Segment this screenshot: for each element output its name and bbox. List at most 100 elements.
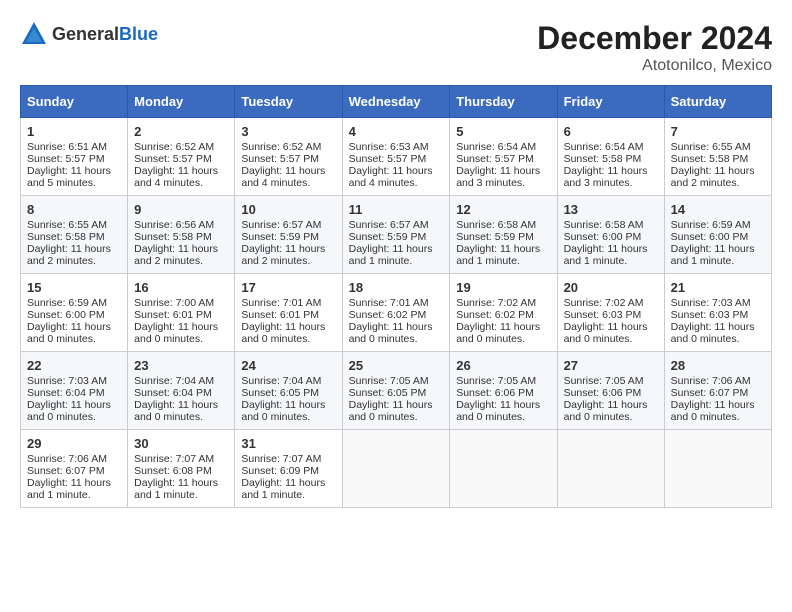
daylight-text: Daylight: 11 hours and 1 minute. [27,477,111,501]
daylight-text: Daylight: 11 hours and 1 minute. [564,243,648,267]
day-number: 25 [349,358,444,373]
day-number: 14 [671,202,765,217]
sunrise-text: Sunrise: 7:07 AM [134,453,214,465]
calendar-cell: 7Sunrise: 6:55 AMSunset: 5:58 PMDaylight… [664,118,771,196]
calendar-cell: 8Sunrise: 6:55 AMSunset: 5:58 PMDaylight… [21,196,128,274]
daylight-text: Daylight: 11 hours and 2 minutes. [241,243,325,267]
day-number: 26 [456,358,550,373]
daylight-text: Daylight: 11 hours and 0 minutes. [241,399,325,423]
sunrise-text: Sunrise: 7:05 AM [564,375,644,387]
sunrise-text: Sunrise: 6:52 AM [241,141,321,153]
day-number: 20 [564,280,658,295]
sunrise-text: Sunrise: 6:58 AM [456,219,536,231]
sunset-text: Sunset: 6:00 PM [27,309,105,321]
sunset-text: Sunset: 5:58 PM [134,231,212,243]
sunrise-text: Sunrise: 7:04 AM [241,375,321,387]
weekday-header: Wednesday [342,86,450,118]
sunset-text: Sunset: 6:04 PM [134,387,212,399]
day-number: 12 [456,202,550,217]
sunset-text: Sunset: 5:59 PM [349,231,427,243]
daylight-text: Daylight: 11 hours and 1 minute. [241,477,325,501]
day-number: 31 [241,436,335,451]
daylight-text: Daylight: 11 hours and 3 minutes. [456,165,540,189]
calendar-cell: 21Sunrise: 7:03 AMSunset: 6:03 PMDayligh… [664,274,771,352]
daylight-text: Daylight: 11 hours and 0 minutes. [27,399,111,423]
sunrise-text: Sunrise: 6:59 AM [671,219,751,231]
calendar-cell: 29Sunrise: 7:06 AMSunset: 6:07 PMDayligh… [21,430,128,508]
calendar-cell: 3Sunrise: 6:52 AMSunset: 5:57 PMDaylight… [235,118,342,196]
daylight-text: Daylight: 11 hours and 2 minutes. [134,243,218,267]
calendar-cell: 15Sunrise: 6:59 AMSunset: 6:00 PMDayligh… [21,274,128,352]
sunset-text: Sunset: 6:07 PM [671,387,749,399]
daylight-text: Daylight: 11 hours and 1 minute. [349,243,433,267]
sunset-text: Sunset: 5:58 PM [671,153,749,165]
day-number: 23 [134,358,228,373]
daylight-text: Daylight: 11 hours and 0 minutes. [27,321,111,345]
sunrise-text: Sunrise: 6:56 AM [134,219,214,231]
logo-text: GeneralBlue [52,24,158,45]
sunrise-text: Sunrise: 7:01 AM [241,297,321,309]
logo-general: General [52,24,119,44]
day-number: 24 [241,358,335,373]
calendar-cell: 13 Sunrise: 6:58 AMSunset: 6:00 PMDayligh… [557,196,664,274]
sunrise-text: Sunrise: 7:00 AM [134,297,214,309]
month-title: December 2024 [537,20,772,57]
calendar-cell: 5Sunrise: 6:54 AMSunset: 5:57 PMDaylight… [450,118,557,196]
sunset-text: Sunset: 6:02 PM [456,309,534,321]
daylight-text: Daylight: 11 hours and 0 minutes. [134,321,218,345]
daylight-text: Daylight: 11 hours and 2 minutes. [27,243,111,267]
sunrise-text: Sunrise: 6:52 AM [134,141,214,153]
sunrise-text: Sunrise: 6:54 AM [564,141,644,153]
sunset-text: Sunset: 6:03 PM [671,309,749,321]
sunrise-text: Sunrise: 6:59 AM [27,297,107,309]
day-number: 28 [671,358,765,373]
sunrise-text: Sunrise: 7:06 AM [671,375,751,387]
sunset-text: Sunset: 5:57 PM [241,153,319,165]
weekday-header: Thursday [450,86,557,118]
daylight-text: Daylight: 11 hours and 0 minutes. [134,399,218,423]
sunrise-text: Sunrise: 6:57 AM [241,219,321,231]
daylight-text: Daylight: 11 hours and 0 minutes. [671,399,755,423]
weekday-header: Friday [557,86,664,118]
sunset-text: Sunset: 6:00 PM [564,231,642,243]
day-number: 19 [456,280,550,295]
sunset-text: Sunset: 6:02 PM [349,309,427,321]
logo: GeneralBlue [20,20,158,48]
calendar-cell: 9Sunrise: 6:56 AMSunset: 5:58 PMDaylight… [128,196,235,274]
day-number: 5 [456,124,550,139]
day-number: 21 [671,280,765,295]
day-number: 6 [564,124,658,139]
day-number: 18 [349,280,444,295]
calendar-cell: 6Sunrise: 6:54 AMSunset: 5:58 PMDaylight… [557,118,664,196]
sunrise-text: Sunrise: 6:53 AM [349,141,429,153]
sunrise-text: Sunrise: 6:58 AM [564,219,644,231]
sunrise-text: Sunrise: 6:51 AM [27,141,107,153]
sunset-text: Sunset: 6:09 PM [241,465,319,477]
sunset-text: Sunset: 5:59 PM [241,231,319,243]
day-number: 16 [134,280,228,295]
calendar-cell: 30Sunrise: 7:07 AMSunset: 6:08 PMDayligh… [128,430,235,508]
sunset-text: Sunset: 6:03 PM [564,309,642,321]
sunrise-text: Sunrise: 6:54 AM [456,141,536,153]
calendar-cell: 4Sunrise: 6:53 AMSunset: 5:57 PMDaylight… [342,118,450,196]
day-number: 22 [27,358,121,373]
sunrise-text: Sunrise: 7:02 AM [456,297,536,309]
day-number: 13 [564,202,658,217]
daylight-text: Daylight: 11 hours and 0 minutes. [241,321,325,345]
sunset-text: Sunset: 5:58 PM [564,153,642,165]
calendar-cell: 17Sunrise: 7:01 AMSunset: 6:01 PMDayligh… [235,274,342,352]
daylight-text: Daylight: 11 hours and 0 minutes. [671,321,755,345]
location-title: Atotonilco, Mexico [537,57,772,75]
sunset-text: Sunset: 6:04 PM [27,387,105,399]
calendar-cell: 14Sunrise: 6:59 AMSunset: 6:00 PMDayligh… [664,196,771,274]
calendar-cell: 26Sunrise: 7:05 AMSunset: 6:06 PMDayligh… [450,352,557,430]
sunset-text: Sunset: 6:01 PM [134,309,212,321]
sunset-text: Sunset: 6:05 PM [241,387,319,399]
daylight-text: Daylight: 11 hours and 1 minute. [456,243,540,267]
sunset-text: Sunset: 5:59 PM [456,231,534,243]
day-number: 29 [27,436,121,451]
sunrise-text: Sunrise: 7:06 AM [27,453,107,465]
weekday-header: Saturday [664,86,771,118]
calendar-cell: 31Sunrise: 7:07 AMSunset: 6:09 PMDayligh… [235,430,342,508]
weekday-header: Tuesday [235,86,342,118]
